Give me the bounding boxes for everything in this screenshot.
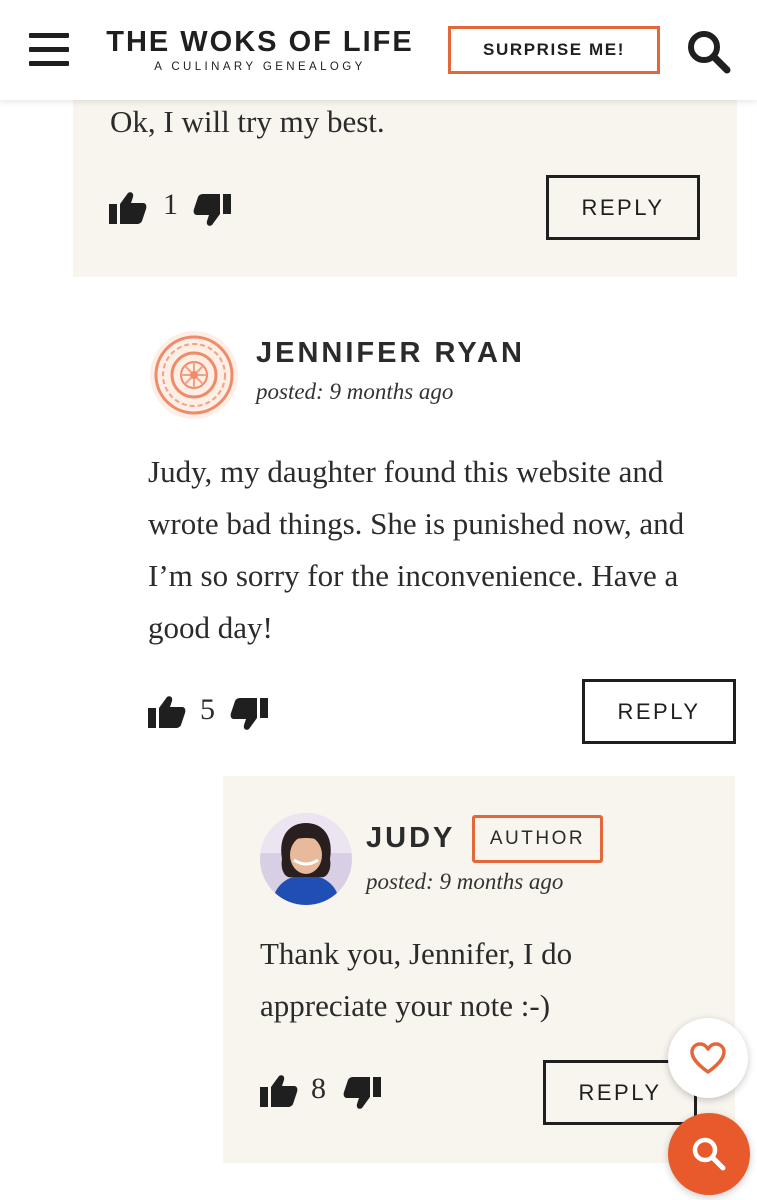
comment-3: JUDY AUTHOR posted: 9 months ago Thank y… <box>223 776 735 1163</box>
author-badge: AUTHOR <box>472 815 603 863</box>
author-name: JUDY <box>366 822 456 854</box>
search-icon <box>692 1137 726 1171</box>
favorite-button[interactable] <box>668 1018 748 1098</box>
reply-button[interactable]: REPLY <box>582 679 736 744</box>
comment-text: Thank you, Jennifer, I do appreciate you… <box>260 936 573 1023</box>
surprise-me-button[interactable]: SURPRISE ME! <box>448 26 660 74</box>
thumbs-up-icon[interactable] <box>109 191 147 230</box>
site-header: THE WOKS OF LIFE A CULINARY GENEALOGY SU… <box>0 0 757 100</box>
comment-text: Judy, my daughter found this website and… <box>148 454 685 645</box>
thumbs-down-icon[interactable] <box>193 193 231 232</box>
thumbs-up-icon[interactable] <box>260 1074 298 1113</box>
thumbs-down-icon[interactable] <box>343 1076 381 1115</box>
heart-icon <box>690 1042 726 1074</box>
search-icon[interactable] <box>685 28 733 76</box>
site-logo[interactable]: THE WOKS OF LIFE A CULINARY GENEALOGY <box>95 26 425 73</box>
site-title: THE WOKS OF LIFE <box>106 26 414 58</box>
menu-icon[interactable] <box>29 33 69 67</box>
avatar <box>150 331 238 419</box>
floating-search-button[interactable] <box>668 1113 750 1195</box>
reply-button[interactable]: REPLY <box>546 175 700 240</box>
posted-time: posted: 9 months ago <box>366 869 564 894</box>
site-tagline: A CULINARY GENEALOGY <box>154 61 366 73</box>
thumbs-down-icon[interactable] <box>230 697 268 736</box>
like-count: 1 <box>163 188 178 221</box>
author-name: JENNIFER RYAN <box>256 337 525 369</box>
like-count: 5 <box>200 693 215 726</box>
avatar <box>260 813 352 905</box>
comment-text: Ok, I will try my best. <box>110 104 385 139</box>
comment-2: JENNIFER RYAN posted: 9 months ago Judy,… <box>0 277 757 767</box>
posted-time: posted: 9 months ago <box>256 379 454 404</box>
like-count: 8 <box>311 1072 326 1105</box>
thumbs-up-icon[interactable] <box>148 695 186 734</box>
